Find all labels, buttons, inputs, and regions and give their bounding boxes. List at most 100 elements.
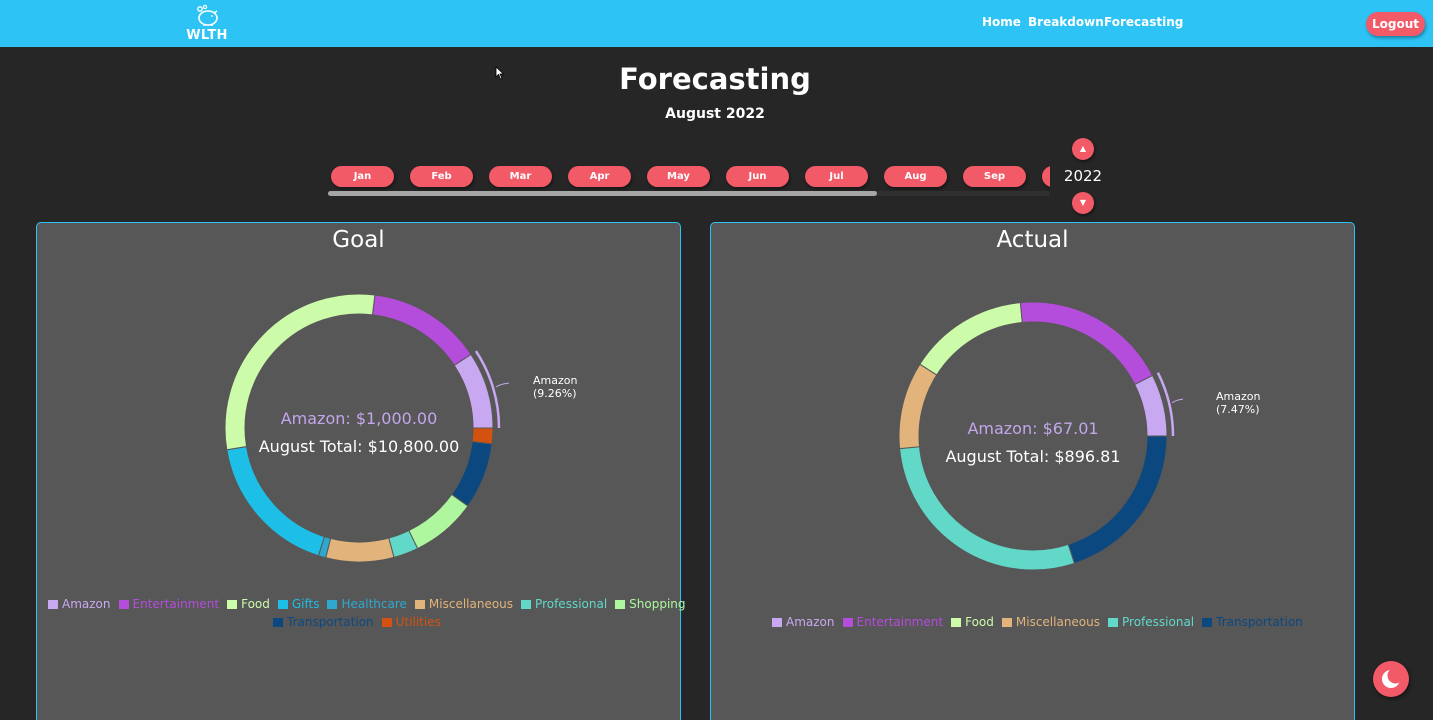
actual-legend-label-miscellaneous: Miscellaneous <box>1015 615 1101 629</box>
goal-legend: Amazon Entertainment Food Gifts Healthcare Mi… <box>48 597 686 611</box>
month-button-jul[interactable]: Jul <box>805 166 868 187</box>
year-down-button[interactable]: ▼ <box>1072 192 1094 214</box>
logo-text: WLTH <box>186 28 228 43</box>
logout-button[interactable]: Logout <box>1366 12 1425 36</box>
actual-center-total: August Total: $896.81 <box>945 447 1121 466</box>
actual-legend-label-food: Food <box>965 615 994 629</box>
actual-panel: Actual Amazon: $67.01 August Total: $896… <box>710 222 1355 720</box>
top-navbar: WLTH Home Breakdown Forecasting Logout <box>0 0 1433 47</box>
goal-legend-label-amazon: Amazon <box>62 597 111 611</box>
goal-legend-amazon[interactable]: Amazon <box>48 597 111 611</box>
nav-home[interactable]: Home <box>982 15 1021 29</box>
actual-legend-entertainment[interactable]: Entertainment <box>842 615 944 629</box>
goal-legend-healthcare[interactable]: Healthcare <box>327 597 407 611</box>
goal-legend-swatch-utilities <box>381 617 392 627</box>
goal-slice-miscellaneous[interactable] <box>325 537 395 563</box>
goal-legend-swatch-miscellaneous <box>414 599 425 609</box>
goal-legend-swatch-professional <box>521 599 532 609</box>
actual-legend-label-professional: Professional <box>1122 615 1195 629</box>
goal-legend-shopping[interactable]: Shopping <box>615 597 686 611</box>
goal-legend-swatch-gifts <box>277 599 288 609</box>
page-subtitle: August 2022 <box>665 106 765 122</box>
actual-legend-label-amazon: Amazon <box>786 615 835 629</box>
actual-callout-pct: (7.47%) <box>1216 403 1260 416</box>
actual-slice-entertainment[interactable] <box>1019 301 1154 386</box>
actual-legend-swatch-miscellaneous <box>1001 617 1012 627</box>
actual-legend-amazon[interactable]: Amazon <box>772 615 835 629</box>
goal-panel: Goal Amazon: $1,000.00 August Total: $10… <box>36 222 686 720</box>
month-button-jun[interactable]: Jun <box>726 166 789 187</box>
goal-legend-swatch-shopping <box>615 599 626 609</box>
goal-legend-professional[interactable]: Professional <box>521 597 607 611</box>
goal-center-total: August Total: $10,800.00 <box>258 437 460 456</box>
actual-callout-name: Amazon <box>1216 390 1261 403</box>
actual-callout: Amazon (7.47%) <box>1216 390 1260 416</box>
goal-legend-label-professional: Professional <box>535 597 608 611</box>
dark-mode-button[interactable] <box>1373 661 1409 697</box>
month-button-partial[interactable] <box>1042 166 1050 187</box>
month-button-apr[interactable]: Apr <box>568 166 631 187</box>
goal-slice-entertainment[interactable] <box>372 294 472 367</box>
goal-legend-label-transportation: Transportation <box>287 615 374 629</box>
goal-legend-miscellaneous[interactable]: Miscellaneous <box>414 597 514 611</box>
goal-legend-label-healthcare: Healthcare <box>341 597 407 611</box>
goal-slice-gifts[interactable] <box>226 445 326 557</box>
goal-legend-row-2: Transportation Utilities <box>273 615 441 629</box>
actual-legend-swatch-transportation <box>1202 617 1213 627</box>
actual-legend-swatch-food <box>951 617 962 627</box>
goal-legend-transportation[interactable]: Transportation <box>273 615 374 629</box>
actual-legend-professional[interactable]: Professional <box>1108 615 1194 629</box>
goal-callout-name: Amazon <box>533 374 578 387</box>
logo[interactable]: WLTH <box>184 3 230 43</box>
actual-legend-swatch-amazon <box>772 617 782 627</box>
goal-legend-label-utilities: Utilities <box>395 615 441 629</box>
goal-callout-line <box>495 382 509 388</box>
goal-legend-label-food: Food <box>241 597 270 611</box>
month-selector[interactable]: Jan Feb Mar Apr May Jun Jul Aug Sep <box>328 160 1050 198</box>
actual-legend-food[interactable]: Food <box>951 615 994 629</box>
goal-legend-label-entertainment: Entertainment <box>132 597 220 611</box>
goal-legend-swatch-food <box>227 599 238 609</box>
piggy-bank-icon <box>197 4 218 26</box>
month-button-jan[interactable]: Jan <box>331 166 394 187</box>
goal-legend-swatch-healthcare <box>327 599 338 609</box>
actual-slice-food[interactable] <box>919 302 1023 376</box>
goal-legend-swatch-entertainment <box>118 599 129 609</box>
goal-legend-gifts[interactable]: Gifts <box>277 597 320 611</box>
month-button-feb[interactable]: Feb <box>410 166 473 187</box>
goal-legend-utilities[interactable]: Utilities <box>381 615 441 629</box>
month-button-aug[interactable]: Aug <box>884 166 947 187</box>
goal-callout-pct: (9.26%) <box>533 387 577 400</box>
goal-legend-food[interactable]: Food <box>227 597 270 611</box>
actual-legend: Amazon Entertainment Food Miscellaneous Prof… <box>772 615 1303 629</box>
goal-legend-label-gifts: Gifts <box>291 597 320 611</box>
actual-legend-miscellaneous[interactable]: Miscellaneous <box>1001 615 1101 629</box>
goal-legend-swatch-transportation <box>273 617 283 627</box>
actual-legend-swatch-entertainment <box>842 617 853 627</box>
goal-slice-shopping[interactable] <box>408 493 469 550</box>
actual-title: Actual <box>996 227 1069 253</box>
actual-legend-transportation[interactable]: Transportation <box>1202 615 1303 629</box>
goal-legend-label-miscellaneous: Miscellaneous <box>428 597 514 611</box>
goal-legend-label-shopping: Shopping <box>629 597 686 611</box>
month-button-mar[interactable]: Mar <box>489 166 552 187</box>
mouse-cursor-icon <box>495 66 505 80</box>
page-title: Forecasting <box>619 62 811 96</box>
goal-legend-entertainment[interactable]: Entertainment <box>118 597 220 611</box>
month-button-may[interactable]: May <box>647 166 710 187</box>
actual-legend-label-entertainment: Entertainment <box>856 615 944 629</box>
goal-legend-swatch-amazon <box>48 599 58 609</box>
month-button-sep[interactable]: Sep <box>963 166 1026 187</box>
goal-title: Goal <box>332 227 385 253</box>
year-up-button[interactable]: ▲ <box>1072 138 1094 160</box>
actual-callout-line <box>1171 398 1183 404</box>
nav-breakdown[interactable]: Breakdown <box>1028 15 1104 29</box>
goal-center-label: Amazon: $1,000.00 <box>280 409 438 428</box>
goal-callout: Amazon (9.26%) <box>533 374 577 400</box>
actual-legend-label-transportation: Transportation <box>1216 615 1303 629</box>
month-scrollbar-thumb[interactable] <box>328 191 877 196</box>
moon-icon <box>1382 667 1404 688</box>
actual-center-label: Amazon: $67.01 <box>967 419 1099 438</box>
goal-donut-chart[interactable] <box>209 278 509 578</box>
nav-forecasting[interactable]: Forecasting <box>1104 15 1183 29</box>
